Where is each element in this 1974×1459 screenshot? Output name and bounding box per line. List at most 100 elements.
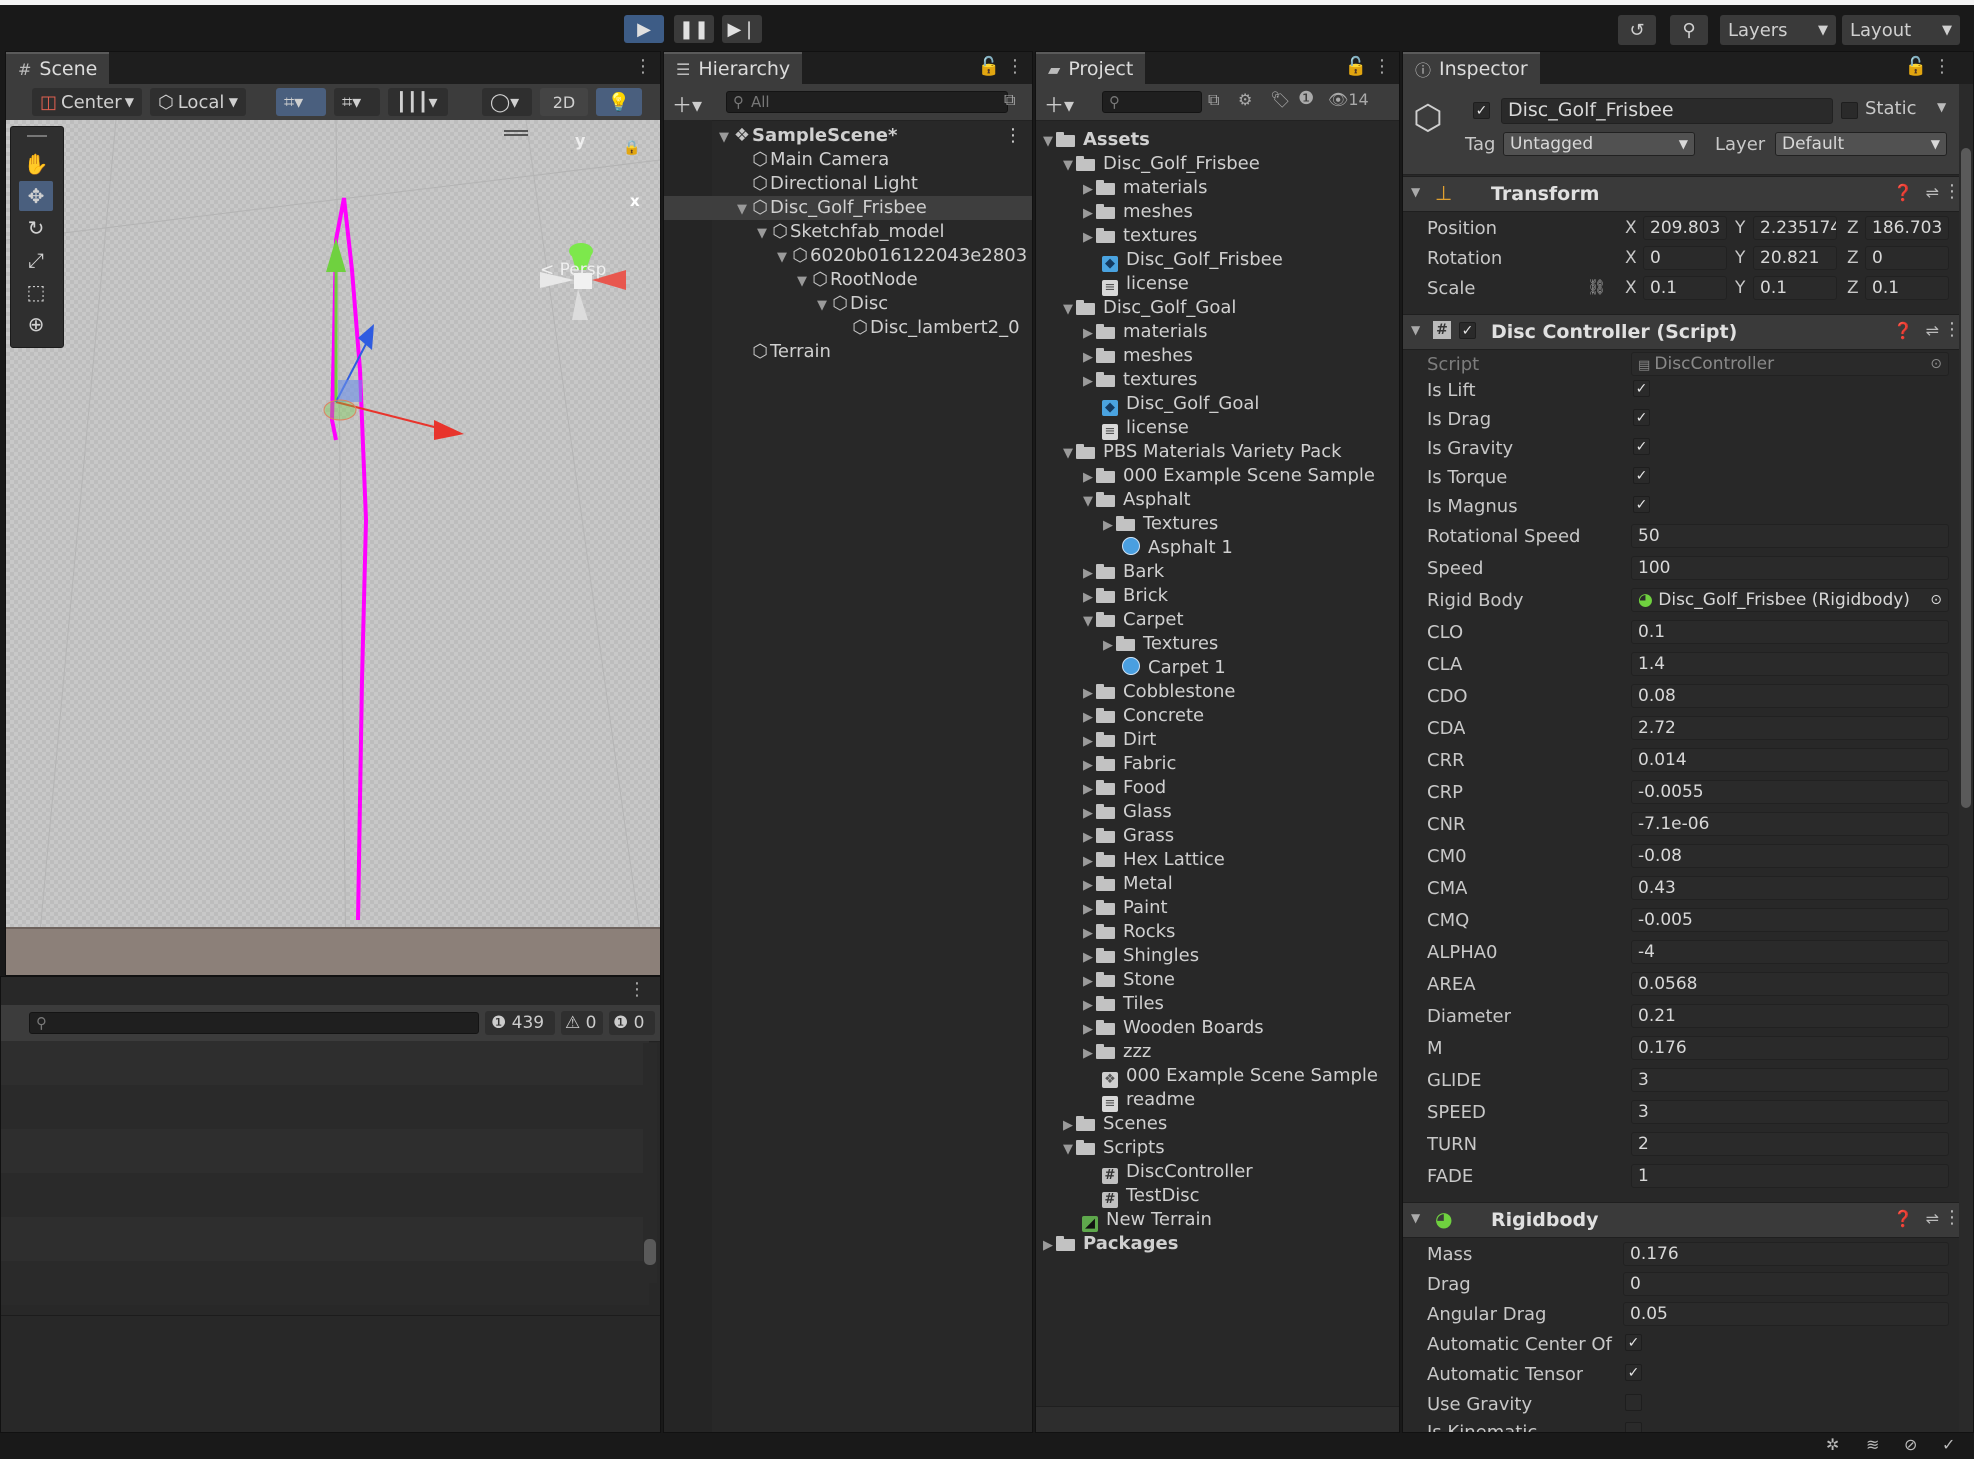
position-z-field[interactable]: 186.703 xyxy=(1865,216,1949,240)
filter-by-type-icon[interactable]: ⚙ xyxy=(1238,90,1252,109)
project-item[interactable]: Carpet 1 xyxy=(1036,656,1399,680)
preset-icon[interactable]: ⇌ xyxy=(1926,1209,1939,1228)
console-row[interactable] xyxy=(1,1261,649,1305)
crr-field[interactable]: 0.014 xyxy=(1631,748,1949,772)
console-row[interactable] xyxy=(1,1041,649,1085)
project-item[interactable]: ≡ readme xyxy=(1036,1088,1399,1112)
pivot-center-dropdown[interactable]: ◫ Center ▼ xyxy=(32,88,142,116)
menu-icon[interactable]: ⋮ xyxy=(1006,56,1024,77)
pause-button[interactable]: ❚❚ xyxy=(674,15,714,43)
project-item[interactable]: ▶ textures xyxy=(1036,224,1399,248)
hand-tool-button[interactable]: ✋ xyxy=(19,149,53,179)
expand-triangle-icon[interactable]: ▶ xyxy=(1080,994,1096,1018)
check-circle-icon[interactable]: ✓ xyxy=(1942,1435,1955,1454)
project-item[interactable]: ▶ materials xyxy=(1036,320,1399,344)
hidden-packages-toggle[interactable]: 👁14 xyxy=(1328,90,1369,109)
is-magnus-checkbox[interactable]: ✓ xyxy=(1633,496,1650,513)
project-item[interactable]: ▶ Wooden Boards xyxy=(1036,1016,1399,1040)
expand-triangle-icon[interactable]: ▶ xyxy=(1080,322,1096,346)
expand-triangle-icon[interactable]: ▶ xyxy=(1080,370,1096,394)
move-tool-button[interactable]: ✥ xyxy=(19,181,53,211)
layers-stack-icon[interactable]: ≋ xyxy=(1866,1435,1879,1454)
layer-dropdown[interactable]: Default ▼ xyxy=(1775,132,1947,156)
static-checkbox[interactable] xyxy=(1841,102,1858,119)
project-item[interactable]: ▶ Food xyxy=(1036,776,1399,800)
add-object-button[interactable]: ＋▾ xyxy=(672,89,702,118)
scale-x-field[interactable]: 0.1 xyxy=(1643,276,1727,300)
expand-triangle-icon[interactable]: ▶ xyxy=(1080,466,1096,490)
search-by-type-icon[interactable]: ⧉ xyxy=(1208,90,1219,110)
expand-triangle-icon[interactable]: ▼ xyxy=(774,246,790,270)
project-item[interactable]: ▶ Rocks xyxy=(1036,920,1399,944)
expand-triangle-icon[interactable]: ▶ xyxy=(1080,778,1096,802)
project-item[interactable]: ◆ Disc_Golf_Frisbee xyxy=(1036,248,1399,272)
log-filter-icon[interactable]: ❶ xyxy=(1298,88,1314,109)
expand-triangle-icon[interactable]: ▼ xyxy=(1060,154,1076,178)
project-item[interactable]: ▶ Hex Lattice xyxy=(1036,848,1399,872)
filter-by-label-icon[interactable]: 🏷 xyxy=(1270,90,1290,109)
increment-snap-button[interactable]: ⌗▾ xyxy=(334,88,380,116)
expand-triangle-icon[interactable]: ▶ xyxy=(1080,706,1096,730)
expand-triangle-icon[interactable]: ▶ xyxy=(1100,514,1116,538)
expand-triangle-icon[interactable]: ▶ xyxy=(1080,226,1096,250)
hierarchy-item-disc[interactable]: ▼ ⬡ Disc xyxy=(664,292,1032,316)
alpha0-field[interactable]: -4 xyxy=(1631,940,1949,964)
glide-field[interactable]: 3 xyxy=(1631,1068,1949,1092)
active-checkbox[interactable]: ✓ xyxy=(1473,102,1490,119)
play-button[interactable]: ▶ xyxy=(624,15,664,43)
persp-label[interactable]: < Persp xyxy=(540,260,606,280)
rect-tool-button[interactable]: ⬚ xyxy=(19,277,53,307)
expand-triangle-icon[interactable]: ▼ xyxy=(794,270,810,294)
cmq-field[interactable]: -0.005 xyxy=(1631,908,1949,932)
console-scroll-thumb[interactable] xyxy=(644,1239,656,1265)
preset-icon[interactable]: ⇌ xyxy=(1926,321,1939,340)
transform-tool-button[interactable]: ⊕ xyxy=(19,309,53,339)
project-item[interactable]: ▶ materials xyxy=(1036,176,1399,200)
hierarchy-item-samplescene[interactable]: ▼ ❖ SampleScene* ⋮ xyxy=(664,124,1032,148)
object-picker-icon[interactable]: ⊙ xyxy=(1930,353,1942,375)
project-item[interactable]: ▶ Dirt xyxy=(1036,728,1399,752)
project-item[interactable]: Asphalt 1 xyxy=(1036,536,1399,560)
network-icon[interactable]: ⊘ xyxy=(1904,1435,1917,1454)
hierarchy-item-terrain[interactable]: ⬡ Terrain xyxy=(664,340,1032,364)
2d-toggle[interactable]: 2D xyxy=(540,88,588,116)
project-item[interactable]: ▶ Glass xyxy=(1036,800,1399,824)
expand-triangle-icon[interactable]: ▼ xyxy=(1080,490,1096,514)
hierarchy-item-disc-lambert[interactable]: ⬡ Disc_lambert2_0 xyxy=(664,316,1032,340)
fade-field[interactable]: 1 xyxy=(1631,1164,1949,1188)
expand-triangle-icon[interactable]: ▶ xyxy=(1080,202,1096,226)
project-item[interactable]: ▶ Textures xyxy=(1036,632,1399,656)
expand-triangle-icon[interactable]: ▶ xyxy=(1080,1018,1096,1042)
expand-triangle-icon[interactable]: ▶ xyxy=(1080,178,1096,202)
position-y-field[interactable]: 2.235174 xyxy=(1753,216,1837,240)
expand-triangle-icon[interactable]: ▶ xyxy=(1080,730,1096,754)
expand-triangle-icon[interactable]: ▼ xyxy=(1080,610,1096,634)
help-icon[interactable]: ❓ xyxy=(1893,183,1913,202)
create-asset-button[interactable]: ＋▾ xyxy=(1044,89,1074,118)
lock-icon[interactable]: 🔓 xyxy=(1345,56,1367,77)
hierarchy-item-mesh-root[interactable]: ▼ ⬡ 6020b016122043e2803 xyxy=(664,244,1032,268)
expand-triangle-icon[interactable]: ▶ xyxy=(1080,922,1096,946)
help-icon[interactable]: ❓ xyxy=(1893,321,1913,340)
project-item[interactable]: ▶ Metal xyxy=(1036,872,1399,896)
project-item[interactable]: ▶ zzz xyxy=(1036,1040,1399,1064)
rotation-z-field[interactable]: 0 xyxy=(1865,246,1949,270)
is-drag-checkbox[interactable]: ✓ xyxy=(1633,409,1650,426)
console-row[interactable] xyxy=(1,1129,649,1173)
layout-dropdown[interactable]: Layout ▼ xyxy=(1842,15,1960,45)
foldout-triangle-icon[interactable]: ▼ xyxy=(1411,1211,1420,1225)
hierarchy-item-rootnode[interactable]: ▼ ⬡ RootNode xyxy=(664,268,1032,292)
expand-triangle-icon[interactable]: ▼ xyxy=(754,222,770,246)
tab-project[interactable]: ▰ Project xyxy=(1036,52,1146,84)
expand-triangle-icon[interactable]: ▶ xyxy=(1080,946,1096,970)
project-item[interactable]: ▶ Concrete xyxy=(1036,704,1399,728)
scene-visibility-icon[interactable]: ⧉ xyxy=(1004,90,1015,110)
log-count-toggle[interactable]: ❶ 439 xyxy=(485,1011,555,1035)
project-item[interactable]: ▶ Shingles xyxy=(1036,944,1399,968)
rotate-tool-button[interactable]: ↻ xyxy=(19,213,53,243)
rotational-speed-field[interactable]: 50 xyxy=(1631,524,1949,548)
mass-field[interactable]: 0.176 xyxy=(1623,1242,1949,1266)
component-enabled-checkbox[interactable]: ✓ xyxy=(1459,322,1476,339)
warning-count-toggle[interactable]: ⚠ 0 xyxy=(561,1011,603,1035)
expand-triangle-icon[interactable]: ▶ xyxy=(1080,1042,1096,1066)
